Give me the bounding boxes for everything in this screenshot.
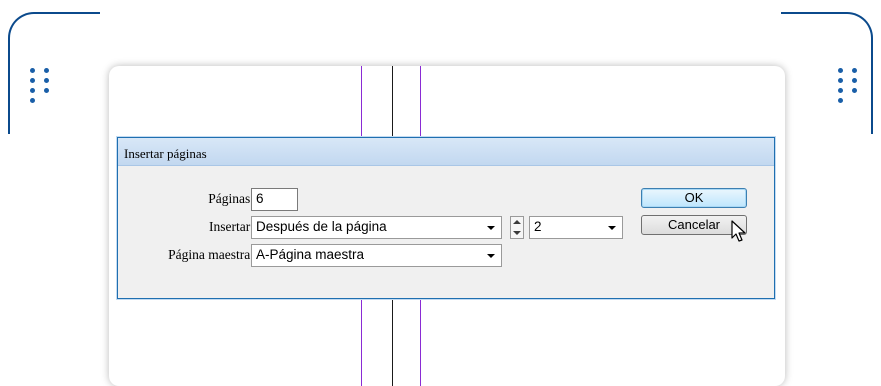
master-page-value: A-Página maestra xyxy=(256,247,365,262)
master-page-label: Página maestra: xyxy=(168,247,254,262)
page-number-value: 2 xyxy=(534,219,542,234)
dialog-body: Páginas: 6 Insertar: Después de la págin… xyxy=(118,166,774,292)
insert-pages-dialog: Insertar páginas Páginas: 6 Insertar: De… xyxy=(117,137,775,299)
page-number-stepper[interactable] xyxy=(510,216,524,239)
ok-button[interactable]: OK xyxy=(641,188,747,208)
mouse-pointer-icon xyxy=(731,220,746,242)
insert-position-value: Después de la página xyxy=(256,219,387,234)
dialog-title: Insertar páginas xyxy=(118,138,774,166)
insert-label: Insertar: xyxy=(209,219,254,234)
pages-count-input[interactable]: 6 xyxy=(251,188,298,211)
insert-position-select[interactable]: Después de la página xyxy=(251,216,502,239)
chevron-down-icon xyxy=(608,226,616,230)
stepper-up-icon[interactable] xyxy=(513,218,521,227)
dots-decoration-left xyxy=(30,68,54,103)
pages-label: Páginas: xyxy=(208,191,254,206)
stepper-down-icon[interactable] xyxy=(513,228,521,237)
master-page-select[interactable]: A-Página maestra xyxy=(251,244,502,267)
chevron-down-icon xyxy=(487,226,495,230)
chevron-down-icon xyxy=(487,254,495,258)
page-number-select[interactable]: 2 xyxy=(529,216,623,239)
frame-corner-left xyxy=(8,12,100,134)
dots-decoration-right xyxy=(838,68,862,103)
